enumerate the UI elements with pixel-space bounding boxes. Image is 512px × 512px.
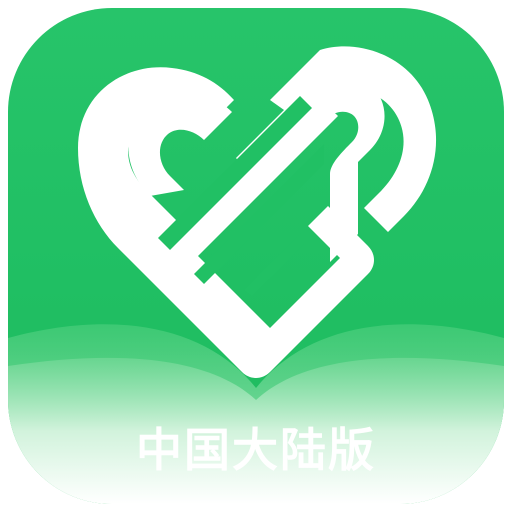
region-label: 中国大陆版 — [136, 423, 376, 477]
app-icon[interactable]: 中国大陆版 — [8, 8, 504, 504]
